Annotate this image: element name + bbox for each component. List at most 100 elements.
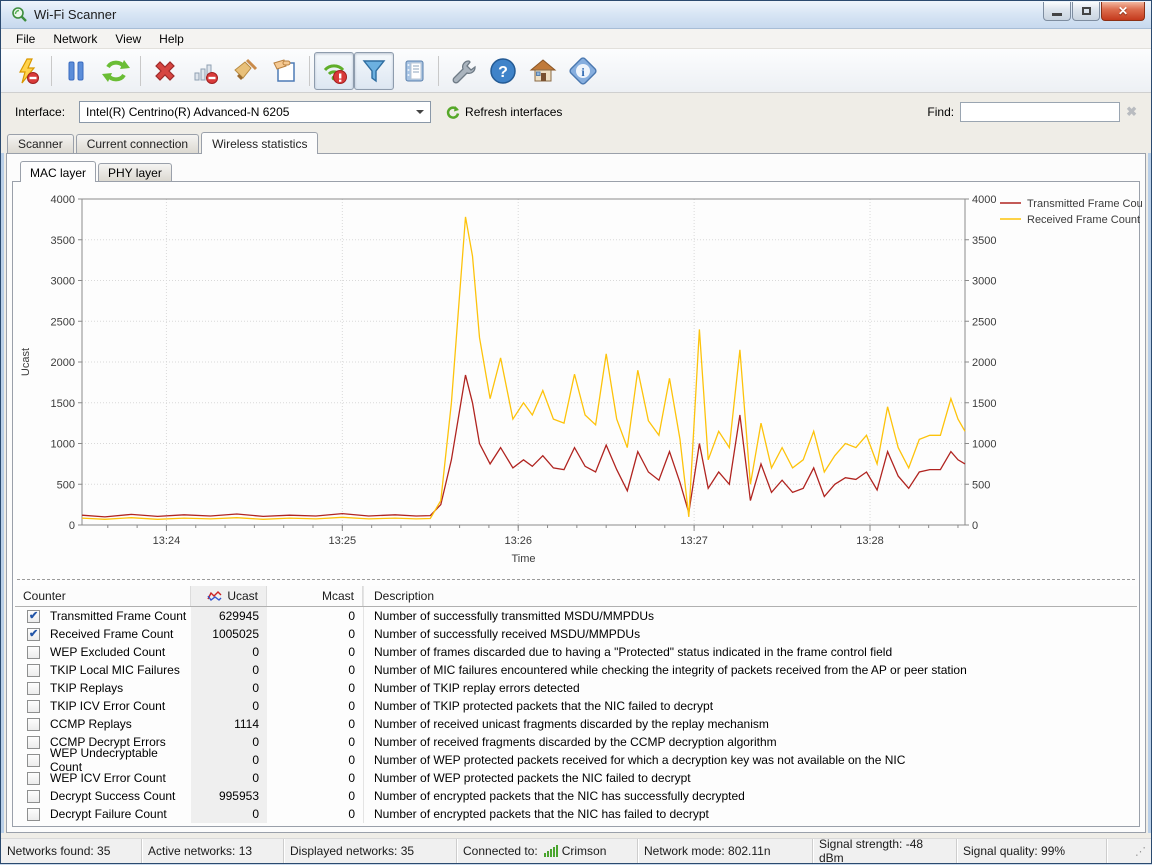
cleanup-button[interactable]	[225, 52, 265, 90]
svg-text:2500: 2500	[972, 316, 996, 328]
tab-wireless-statistics[interactable]: Wireless statistics	[201, 132, 319, 154]
main-tabstrip: Scanner Current connection Wireless stat…	[1, 131, 1151, 154]
table-header: Counter Ucast Mcast Description	[15, 586, 1137, 607]
connection-info-toggle[interactable]	[314, 51, 354, 90]
table-row[interactable]: Received Frame Count 1005025 0 Number of…	[15, 625, 1137, 643]
counter-name: CCMP Replays	[50, 717, 132, 731]
column-header-description[interactable]: Description	[363, 586, 1137, 606]
app-window: Wi-Fi Scanner ✕ File Network View Help ?…	[0, 0, 1152, 865]
svg-text:13:27: 13:27	[680, 535, 708, 547]
table-row[interactable]: TKIP Local MIC Failures 0 0 Number of MI…	[15, 661, 1137, 679]
svg-text:0: 0	[69, 520, 75, 532]
refresh-interfaces-label: Refresh interfaces	[465, 105, 563, 119]
counter-checkbox[interactable]	[27, 681, 40, 695]
table-row[interactable]: WEP Undecryptable Count 0 0 Number of WE…	[15, 746, 1137, 774]
counter-checkbox[interactable]	[27, 789, 40, 803]
counter-description: Number of encrypted packets that the NIC…	[363, 805, 1137, 823]
counter-name: WEP ICV Error Count	[50, 771, 166, 785]
counter-description: Number of WEP protected packets received…	[363, 751, 1137, 769]
table-row[interactable]: TKIP ICV Error Count 0 0 Number of TKIP …	[15, 697, 1137, 715]
mac-layer-panel: 0 0 500 500 1000 1000 1500 1500 2000 2000 2500 2500…	[12, 181, 1152, 827]
svg-text:13:25: 13:25	[329, 535, 357, 547]
ucast-value: 0	[191, 733, 267, 751]
stop-scan-button[interactable]	[7, 52, 47, 90]
counter-checkbox[interactable]	[27, 735, 40, 749]
about-button[interactable]: i	[563, 52, 603, 90]
counter-description: Number of MIC failures encountered while…	[363, 661, 1137, 679]
counter-description: Number of successfully received MSDU/MMP…	[363, 625, 1137, 643]
status-network-mode: Network mode: 802.11n	[638, 839, 813, 863]
mcast-value: 0	[348, 717, 355, 731]
remove-inactive-button[interactable]	[185, 52, 225, 90]
minimize-button[interactable]	[1043, 2, 1071, 21]
mcast-value: 0	[348, 681, 355, 695]
table-row[interactable]: CCMP Replays 1114 0 Number of received u…	[15, 715, 1137, 733]
counter-checkbox[interactable]	[27, 699, 40, 713]
wrench-icon	[452, 59, 476, 83]
counter-checkbox[interactable]	[27, 717, 40, 731]
clear-button[interactable]	[145, 52, 185, 90]
close-button[interactable]: ✕	[1101, 2, 1145, 21]
filter-toggle[interactable]	[354, 51, 394, 90]
menu-view[interactable]: View	[106, 30, 150, 48]
interface-select[interactable]: Intel(R) Centrino(R) Advanced-N 6205	[79, 101, 432, 123]
wireless-statistics-page: MAC layer PHY layer 0 0 500 500 1000 1000 1500…	[6, 153, 1152, 833]
pause-icon	[68, 61, 84, 80]
tab-scanner[interactable]: Scanner	[7, 134, 74, 153]
status-resize-grip[interactable]: ⋰	[1129, 839, 1151, 863]
send-report-button[interactable]	[265, 52, 305, 90]
tab-mac-layer[interactable]: MAC layer	[20, 161, 97, 182]
counter-checkbox[interactable]	[27, 771, 40, 785]
mcast-value: 0	[348, 663, 355, 677]
counter-checkbox[interactable]	[27, 663, 40, 677]
filter-icon	[362, 59, 386, 82]
table-row[interactable]: Decrypt Failure Count 0 0 Number of encr…	[15, 805, 1137, 823]
home-button[interactable]	[523, 52, 563, 90]
status-signal-strength: Signal strength: -48 dBm	[813, 837, 957, 865]
ucast-value: 629945	[191, 607, 267, 625]
counter-description: Number of received unicast fragments dis…	[363, 715, 1137, 733]
counter-name: TKIP ICV Error Count	[50, 699, 166, 713]
counter-description: Number of frames discarded due to having…	[363, 643, 1137, 661]
counter-checkbox[interactable]	[27, 609, 40, 623]
svg-text:1000: 1000	[972, 439, 996, 451]
ucast-value: 0	[191, 769, 267, 787]
table-row[interactable]: WEP Excluded Count 0 0 Number of frames …	[15, 643, 1137, 661]
menu-help[interactable]: Help	[150, 30, 193, 48]
menu-file[interactable]: File	[7, 30, 44, 48]
counter-name: WEP Excluded Count	[50, 645, 166, 659]
table-row[interactable]: TKIP Replays 0 0 Number of TKIP replay e…	[15, 679, 1137, 697]
ucast-value: 0	[191, 643, 267, 661]
refresh-interfaces-button[interactable]: Refresh interfaces	[445, 105, 562, 120]
status-bar: Networks found: 35 Active networks: 13 D…	[1, 837, 1151, 865]
column-header-mcast[interactable]: Mcast	[267, 586, 363, 606]
log-button[interactable]	[394, 52, 434, 90]
svg-text:4000: 4000	[51, 194, 75, 206]
counter-checkbox[interactable]	[27, 807, 40, 821]
maximize-button[interactable]	[1072, 2, 1100, 21]
connected-to-label: Connected to:	[463, 844, 538, 858]
clear-find-icon[interactable]: ✖	[1126, 104, 1137, 120]
ucast-value: 0	[191, 661, 267, 679]
table-row[interactable]: Transmitted Frame Count 629945 0 Number …	[15, 607, 1137, 625]
table-row[interactable]: WEP ICV Error Count 0 0 Number of WEP pr…	[15, 769, 1137, 787]
tab-current-connection[interactable]: Current connection	[75, 134, 200, 153]
refresh-button[interactable]	[96, 52, 136, 90]
pause-button[interactable]	[56, 52, 96, 90]
find-input[interactable]	[960, 102, 1121, 122]
hand-document-icon	[273, 58, 295, 82]
tab-phy-layer[interactable]: PHY layer	[98, 163, 172, 181]
chart-table-splitter[interactable]	[17, 579, 1135, 580]
ucast-value: 1114	[191, 715, 267, 733]
column-header-counter[interactable]: Counter	[15, 586, 191, 606]
counter-checkbox[interactable]	[27, 645, 40, 659]
svg-text:1500: 1500	[972, 398, 996, 410]
counter-checkbox[interactable]	[27, 627, 40, 641]
settings-button[interactable]	[443, 52, 483, 90]
counter-checkbox[interactable]	[27, 753, 40, 767]
help-button[interactable]: ?	[483, 52, 523, 90]
menu-network[interactable]: Network	[44, 30, 106, 48]
line-chart: 0 0 500 500 1000 1000 1500 1500 2000 2000 2500 2500…	[20, 194, 1152, 565]
table-row[interactable]: Decrypt Success Count 995953 0 Number of…	[15, 787, 1137, 805]
column-header-ucast[interactable]: Ucast	[191, 586, 267, 606]
